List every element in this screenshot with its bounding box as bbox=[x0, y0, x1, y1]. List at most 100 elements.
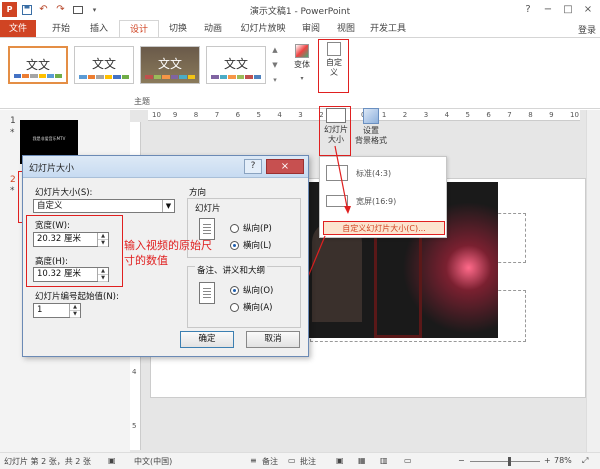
tab-file[interactable]: 文件 bbox=[0, 20, 36, 38]
zoom-in-icon[interactable]: + bbox=[544, 456, 551, 465]
ruler-h-tick: 2 bbox=[402, 111, 408, 119]
radio-dot bbox=[230, 223, 239, 233]
height-value: 10.32 厘米 bbox=[37, 269, 82, 279]
tab-insert[interactable]: 插入 bbox=[84, 20, 114, 38]
comments-icon[interactable]: ▭ bbox=[288, 456, 296, 465]
menu-item-custom-size[interactable]: 自定义幻灯片大小(C)... bbox=[323, 221, 445, 235]
ruler-v-tick: 5 bbox=[132, 422, 137, 430]
thumb-number-2: 2 bbox=[10, 175, 16, 185]
ribbon-tabs: 文件 开始 插入 设计 切换 动画 幻灯片放映 审阅 视图 开发工具 登录 bbox=[0, 20, 600, 61]
powerpoint-window: P ↶ ↷ ▾ 演示文稿1 - PowerPoint ? − □ × 文件 开始… bbox=[0, 0, 600, 469]
ok-button[interactable]: 确定 bbox=[180, 331, 234, 348]
dialog-help-button[interactable]: ? bbox=[244, 159, 262, 174]
variants-button[interactable]: 变体 ▾ bbox=[290, 44, 314, 84]
menu-item-standard-label: 标准(4:3) bbox=[356, 168, 392, 178]
login-link[interactable]: 登录 bbox=[578, 23, 596, 36]
theme-sample-text: 文文 bbox=[91, 57, 116, 71]
zoom-thumb[interactable] bbox=[508, 457, 511, 466]
status-bar: 幻灯片 第 2 张，共 2 张 ▣ 中文(中国) ≡ 备注 ▭ 批注 ▣ ▦ ▥… bbox=[0, 452, 600, 469]
dialog-title: 幻灯片大小 bbox=[29, 164, 75, 174]
notes-portrait-radio[interactable]: 纵向(O) bbox=[230, 284, 273, 296]
width-field[interactable]: 20.32 厘米 ▲ ▼ bbox=[33, 232, 109, 247]
slide-sorter-icon[interactable]: ▦ bbox=[358, 456, 366, 465]
theme-thumbnail-3[interactable]: 文文 bbox=[140, 46, 200, 84]
orientation-label: 方向 bbox=[189, 188, 207, 198]
scroll-up-icon[interactable]: ▲ bbox=[272, 46, 277, 54]
ruler-h-tick: 10 bbox=[152, 111, 161, 119]
minimize-icon[interactable]: − bbox=[538, 1, 558, 18]
reading-view-icon[interactable]: ▥ bbox=[380, 456, 388, 465]
customize-highlight bbox=[318, 39, 349, 93]
maximize-icon[interactable]: □ bbox=[558, 1, 578, 18]
tab-view[interactable]: 视图 bbox=[333, 20, 359, 38]
tab-review[interactable]: 审阅 bbox=[298, 20, 324, 38]
ruler-h-tick: 7 bbox=[507, 111, 512, 119]
help-icon[interactable]: ? bbox=[518, 1, 538, 18]
slides-landscape-radio[interactable]: 横向(L) bbox=[230, 239, 271, 251]
window-controls: ? − □ × bbox=[518, 1, 598, 18]
slide-show-icon[interactable]: ▭ bbox=[404, 456, 412, 465]
notes-landscape-label: 横向(A) bbox=[243, 303, 273, 313]
group-label-themes: 主题 bbox=[134, 97, 150, 106]
ribbon-design: 文文 文文 文文 文文 ▲ ▼ ▾ 主题 变体 ▾ 自定 义 bbox=[0, 37, 600, 109]
slides-portrait-radio[interactable]: 纵向(P) bbox=[230, 222, 272, 234]
more-icon[interactable]: ▾ bbox=[273, 76, 277, 84]
tab-home[interactable]: 开始 bbox=[46, 20, 76, 38]
format-background-icon bbox=[363, 108, 379, 124]
normal-view-icon[interactable]: ▣ bbox=[336, 456, 344, 465]
theme-thumbnail-4[interactable]: 文文 bbox=[206, 46, 266, 84]
ruler-h-tick: 3 bbox=[298, 111, 303, 119]
slide-size-select[interactable]: 自定义 ▼ bbox=[33, 199, 175, 213]
theme-gallery-scroll[interactable]: ▲ ▼ ▾ bbox=[270, 46, 280, 84]
slide-size-label: 幻灯片大小(S): bbox=[35, 188, 93, 198]
notes-icon[interactable]: ≡ bbox=[250, 456, 257, 465]
zoom-level[interactable]: 78% bbox=[554, 456, 572, 465]
theme-thumbnail-office[interactable]: 文文 bbox=[8, 46, 68, 84]
format-background-button[interactable]: 设置 背景格式 bbox=[353, 108, 389, 146]
menu-item-widescreen[interactable]: 宽屏(16:9) bbox=[326, 195, 396, 207]
vertical-scrollbar[interactable] bbox=[586, 110, 600, 452]
tab-developer[interactable]: 开发工具 bbox=[366, 20, 410, 38]
ruler-h-tick: 8 bbox=[193, 111, 199, 119]
notes-landscape-radio[interactable]: 横向(A) bbox=[230, 301, 272, 313]
portrait-page-icon bbox=[199, 218, 215, 240]
slide-size-highlight bbox=[319, 106, 351, 156]
ruler-h-tick: 3 bbox=[423, 111, 429, 119]
tab-animations[interactable]: 动画 bbox=[198, 20, 228, 38]
spellcheck-icon[interactable]: ▣ bbox=[108, 456, 116, 465]
cancel-button[interactable]: 取消 bbox=[246, 331, 300, 348]
animation-star-icon: * bbox=[10, 186, 15, 196]
numbering-field[interactable]: 1 ▲ ▼ bbox=[33, 303, 81, 318]
ruler-h-tick: 6 bbox=[486, 111, 491, 119]
menu-item-standard[interactable]: 标准(4:3) bbox=[326, 165, 391, 181]
ruler-h-tick: 4 bbox=[444, 111, 450, 119]
height-label: 高度(H): bbox=[35, 257, 68, 267]
tab-slide-show[interactable]: 幻灯片放映 bbox=[234, 20, 292, 38]
zoom-out-icon[interactable]: − bbox=[458, 456, 465, 465]
dialog-close-button[interactable]: × bbox=[266, 159, 304, 174]
theme-thumbnail-2[interactable]: 文文 bbox=[74, 46, 134, 84]
ruler-h-tick: 9 bbox=[549, 111, 554, 119]
numbering-spinner[interactable]: ▲ ▼ bbox=[69, 304, 80, 318]
radio-dot bbox=[230, 302, 239, 312]
height-spinner[interactable]: ▲ ▼ bbox=[97, 268, 108, 282]
tab-transitions[interactable]: 切换 bbox=[163, 20, 193, 38]
ruler-h-tick: 5 bbox=[256, 111, 261, 119]
height-field[interactable]: 10.32 厘米 ▲ ▼ bbox=[33, 267, 109, 282]
close-icon[interactable]: × bbox=[578, 1, 598, 18]
theme-color-bar bbox=[14, 74, 63, 78]
width-spinner[interactable]: ▲ ▼ bbox=[97, 233, 108, 247]
animation-star-icon: * bbox=[10, 128, 15, 138]
numbering-value: 1 bbox=[37, 305, 43, 315]
zoom-slider[interactable] bbox=[470, 457, 540, 466]
comments-button[interactable]: 批注 bbox=[300, 456, 316, 467]
ruler-h-tick: 10 bbox=[570, 111, 579, 119]
annotation-text: 输入视频的原始尺寸的数值 bbox=[124, 239, 212, 267]
scroll-down-icon[interactable]: ▼ bbox=[272, 61, 277, 69]
language-indicator[interactable]: 中文(中国) bbox=[134, 456, 172, 467]
widescreen-size-icon bbox=[326, 195, 348, 207]
notes-portrait-label: 纵向(O) bbox=[243, 286, 274, 296]
notes-button[interactable]: 备注 bbox=[262, 456, 278, 467]
fit-to-window-icon[interactable]: ⤢ bbox=[582, 456, 588, 466]
theme-color-bar bbox=[79, 75, 129, 79]
